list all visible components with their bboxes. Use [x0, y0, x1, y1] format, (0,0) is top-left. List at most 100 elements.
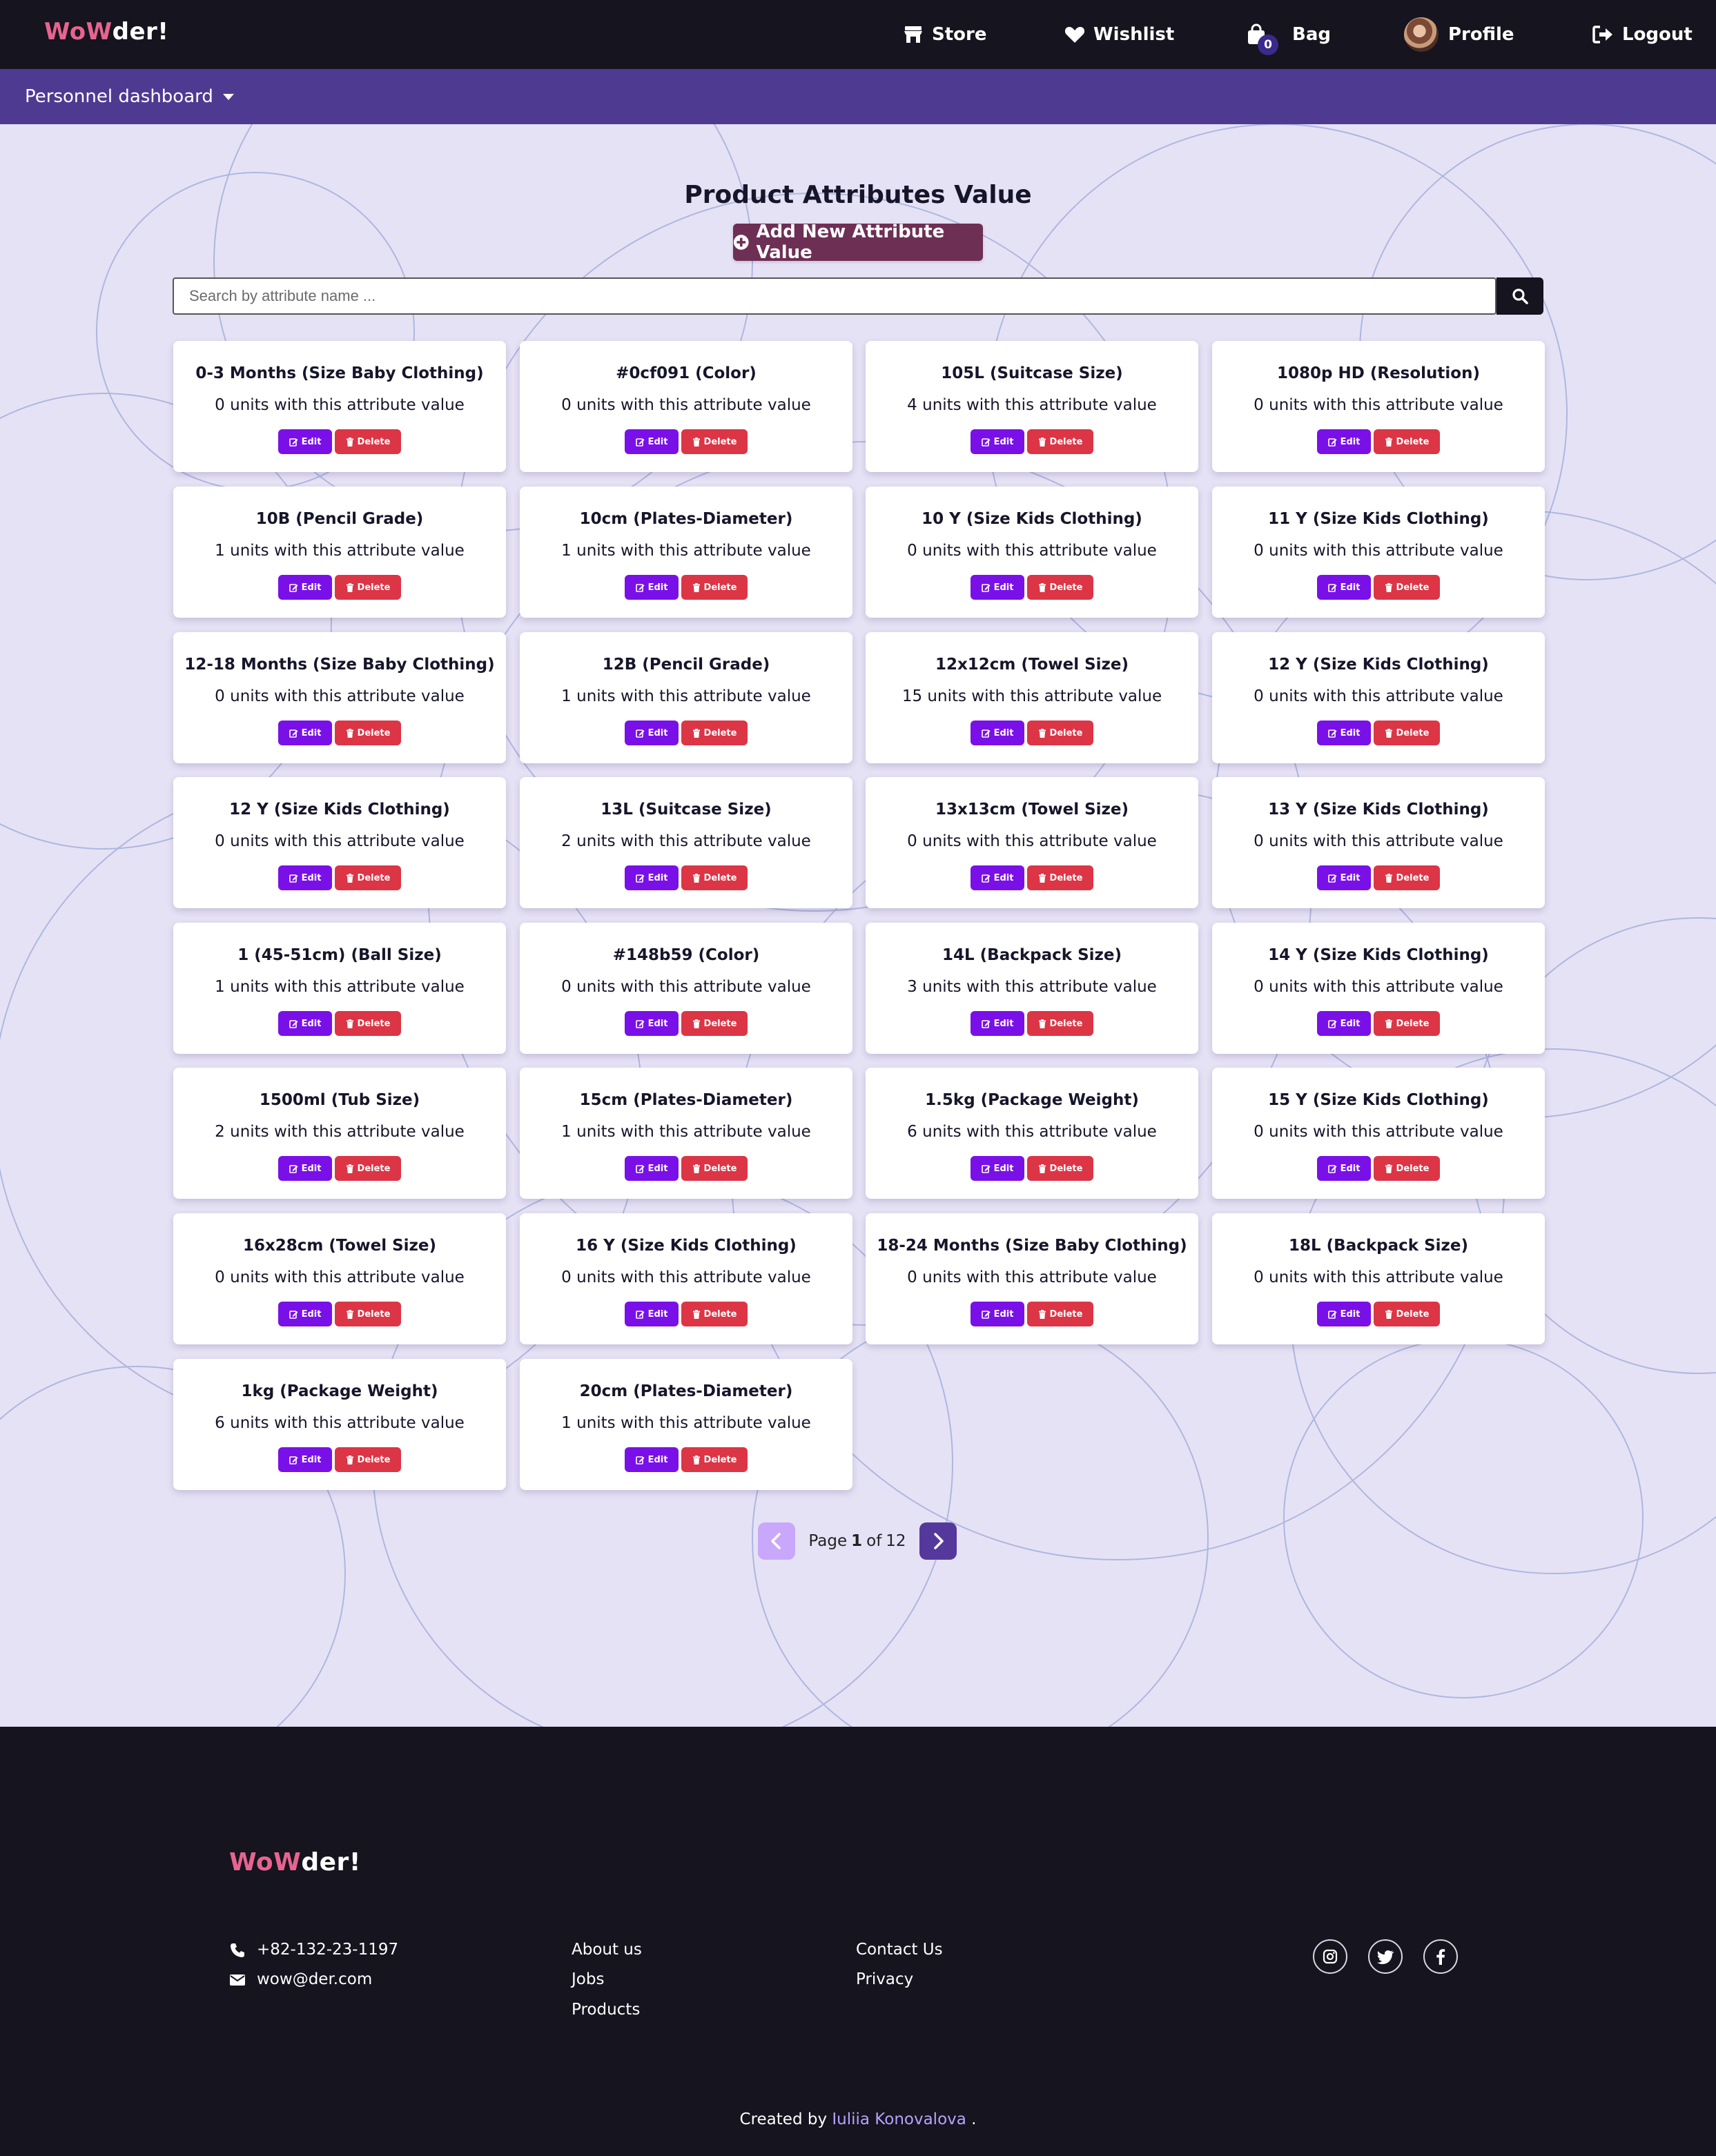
footer-email[interactable]: wow@der.com: [257, 1970, 372, 1988]
edit-icon: [289, 438, 298, 447]
delete-button[interactable]: Delete: [1027, 865, 1093, 890]
footer-link-jobs[interactable]: Jobs: [572, 1970, 604, 1988]
profile-avatar: [1404, 17, 1439, 52]
attribute-value-card: 12x12cm (Towel Size) 15 units with this a…: [866, 632, 1198, 763]
footer-phone[interactable]: +82-132-23-1197: [257, 1941, 398, 1959]
nav-store[interactable]: Store: [903, 0, 986, 69]
edit-button[interactable]: Edit: [625, 1447, 679, 1472]
delete-button[interactable]: Delete: [335, 1011, 401, 1036]
brand-logo[interactable]: WoWder!: [44, 18, 168, 46]
edit-button[interactable]: Edit: [971, 865, 1024, 890]
delete-button[interactable]: Delete: [335, 1302, 401, 1326]
delete-button[interactable]: Delete: [335, 1156, 401, 1181]
edit-button[interactable]: Edit: [1317, 865, 1371, 890]
footer-link-products[interactable]: Products: [572, 2001, 640, 2019]
delete-button[interactable]: Delete: [681, 1302, 748, 1326]
attribute-value-card: 14 Y (Size Kids Clothing) 0 units with th…: [1212, 923, 1545, 1054]
edit-button[interactable]: Edit: [278, 1011, 332, 1036]
delete-button[interactable]: Delete: [1027, 1011, 1093, 1036]
edit-button[interactable]: Edit: [1317, 429, 1371, 454]
delete-button[interactable]: Delete: [335, 429, 401, 454]
delete-button[interactable]: Delete: [1374, 1302, 1440, 1326]
edit-button[interactable]: Edit: [278, 1156, 332, 1181]
pagination-prev-button[interactable]: [758, 1522, 795, 1560]
trash-icon: [692, 728, 700, 738]
personnel-dashboard-dropdown[interactable]: Personnel dashboard: [25, 69, 234, 124]
edit-button[interactable]: Edit: [278, 1447, 332, 1472]
delete-button[interactable]: Delete: [681, 721, 748, 745]
delete-button[interactable]: Delete: [681, 1011, 748, 1036]
edit-button-label: Edit: [1340, 872, 1361, 883]
twitter-icon[interactable]: [1368, 1939, 1403, 1974]
edit-button[interactable]: Edit: [625, 1156, 679, 1181]
delete-button[interactable]: Delete: [1027, 1302, 1093, 1326]
delete-button[interactable]: Delete: [1374, 429, 1440, 454]
edit-icon: [635, 438, 645, 447]
delete-button[interactable]: Delete: [681, 1156, 748, 1181]
card-actions: Edit Delete: [866, 1156, 1198, 1181]
delete-button[interactable]: Delete: [1027, 1156, 1093, 1181]
delete-button[interactable]: Delete: [1374, 721, 1440, 745]
edit-button[interactable]: Edit: [625, 865, 679, 890]
delete-button[interactable]: Delete: [1374, 1011, 1440, 1036]
edit-button[interactable]: Edit: [625, 575, 679, 600]
nav-logout[interactable]: Logout: [1592, 0, 1693, 69]
edit-button[interactable]: Edit: [971, 1156, 1024, 1181]
edit-button[interactable]: Edit: [971, 721, 1024, 745]
edit-button-label: Edit: [301, 1309, 322, 1320]
trash-icon: [1038, 873, 1046, 883]
delete-button[interactable]: Delete: [335, 575, 401, 600]
nav-wishlist[interactable]: Wishlist: [1064, 0, 1174, 69]
search-button[interactable]: [1496, 277, 1543, 315]
delete-button[interactable]: Delete: [335, 865, 401, 890]
edit-button[interactable]: Edit: [971, 575, 1024, 600]
edit-button[interactable]: Edit: [278, 429, 332, 454]
edit-button[interactable]: Edit: [1317, 1011, 1371, 1036]
delete-button[interactable]: Delete: [681, 1447, 748, 1472]
instagram-icon[interactable]: [1313, 1939, 1347, 1974]
edit-button[interactable]: Edit: [278, 575, 332, 600]
edit-button-label: Edit: [993, 1018, 1014, 1029]
search-input[interactable]: [173, 277, 1496, 315]
edit-button[interactable]: Edit: [971, 1011, 1024, 1036]
edit-button[interactable]: Edit: [625, 1302, 679, 1326]
edit-button-label: Edit: [301, 872, 322, 883]
edit-button[interactable]: Edit: [625, 429, 679, 454]
edit-button[interactable]: Edit: [278, 721, 332, 745]
edit-button[interactable]: Edit: [971, 429, 1024, 454]
pagination-next-button[interactable]: [919, 1522, 957, 1560]
delete-button[interactable]: Delete: [1374, 865, 1440, 890]
footer-brand-logo[interactable]: WoWder!: [229, 1848, 361, 1876]
delete-button[interactable]: Delete: [335, 721, 401, 745]
edit-button[interactable]: Edit: [971, 1302, 1024, 1326]
delete-button[interactable]: Delete: [335, 1447, 401, 1472]
edit-button[interactable]: Edit: [625, 1011, 679, 1036]
delete-button-label: Delete: [357, 1454, 391, 1465]
edit-button[interactable]: Edit: [1317, 1156, 1371, 1181]
trash-icon: [1385, 582, 1392, 592]
delete-button[interactable]: Delete: [681, 429, 748, 454]
edit-button[interactable]: Edit: [278, 865, 332, 890]
delete-button[interactable]: Delete: [1027, 429, 1093, 454]
credit-author-link[interactable]: Iuliia Konovalova: [832, 2110, 966, 2128]
delete-button[interactable]: Delete: [681, 865, 748, 890]
delete-button[interactable]: Delete: [681, 575, 748, 600]
delete-button[interactable]: Delete: [1374, 575, 1440, 600]
footer-link-contact[interactable]: Contact Us: [856, 1941, 943, 1959]
delete-button[interactable]: Delete: [1027, 575, 1093, 600]
delete-button[interactable]: Delete: [1374, 1156, 1440, 1181]
edit-button[interactable]: Edit: [1317, 721, 1371, 745]
footer-link-about[interactable]: About us: [572, 1941, 642, 1959]
add-attribute-value-button[interactable]: Add New Attribute Value: [733, 222, 983, 263]
delete-button[interactable]: Delete: [1027, 721, 1093, 745]
facebook-icon[interactable]: [1423, 1939, 1458, 1974]
delete-button-label: Delete: [357, 582, 391, 593]
nav-profile[interactable]: Profile: [1404, 0, 1514, 69]
footer-link-privacy[interactable]: Privacy: [856, 1970, 913, 1988]
edit-button[interactable]: Edit: [1317, 1302, 1371, 1326]
edit-button[interactable]: Edit: [1317, 575, 1371, 600]
trash-icon: [1385, 1019, 1392, 1028]
edit-button[interactable]: Edit: [278, 1302, 332, 1326]
nav-bag[interactable]: Bag: [1247, 0, 1331, 69]
edit-button[interactable]: Edit: [625, 721, 679, 745]
